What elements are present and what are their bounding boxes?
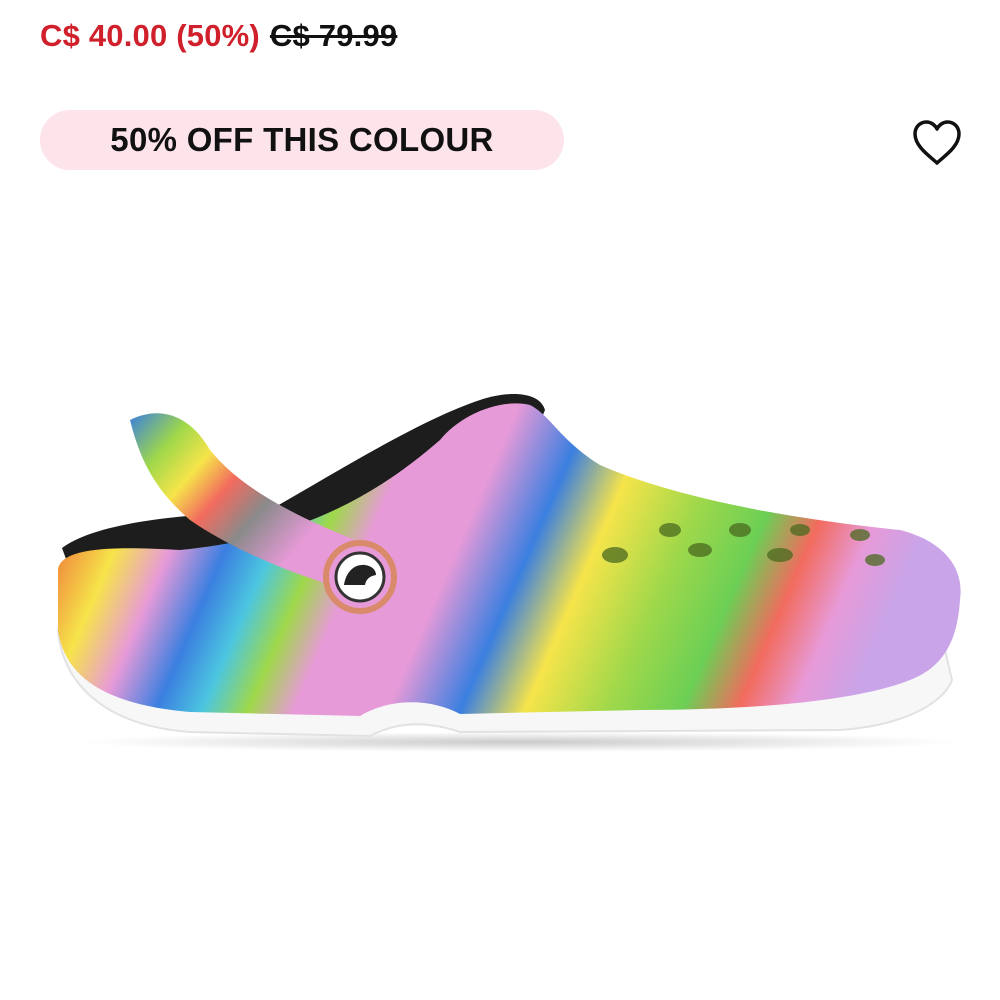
product-image[interactable] [40, 380, 970, 760]
heart-outline-icon [913, 120, 961, 165]
original-price: C$ 79.99 [269, 18, 398, 53]
promo-badge-label: 50% OFF THIS COLOUR [110, 121, 494, 158]
clog-illustration [56, 394, 961, 752]
product-card: C$ 40.00 (50%) C$ 79.99 50% OFF THIS COL… [0, 0, 1000, 1000]
price-row: C$ 40.00 (50%) C$ 79.99 [40, 18, 397, 54]
promo-badge: 50% OFF THIS COLOUR [40, 110, 564, 170]
wishlist-button[interactable] [908, 114, 966, 172]
sale-price: C$ 40.00 (50%) [40, 18, 260, 53]
croc-logo-icon [323, 540, 397, 614]
